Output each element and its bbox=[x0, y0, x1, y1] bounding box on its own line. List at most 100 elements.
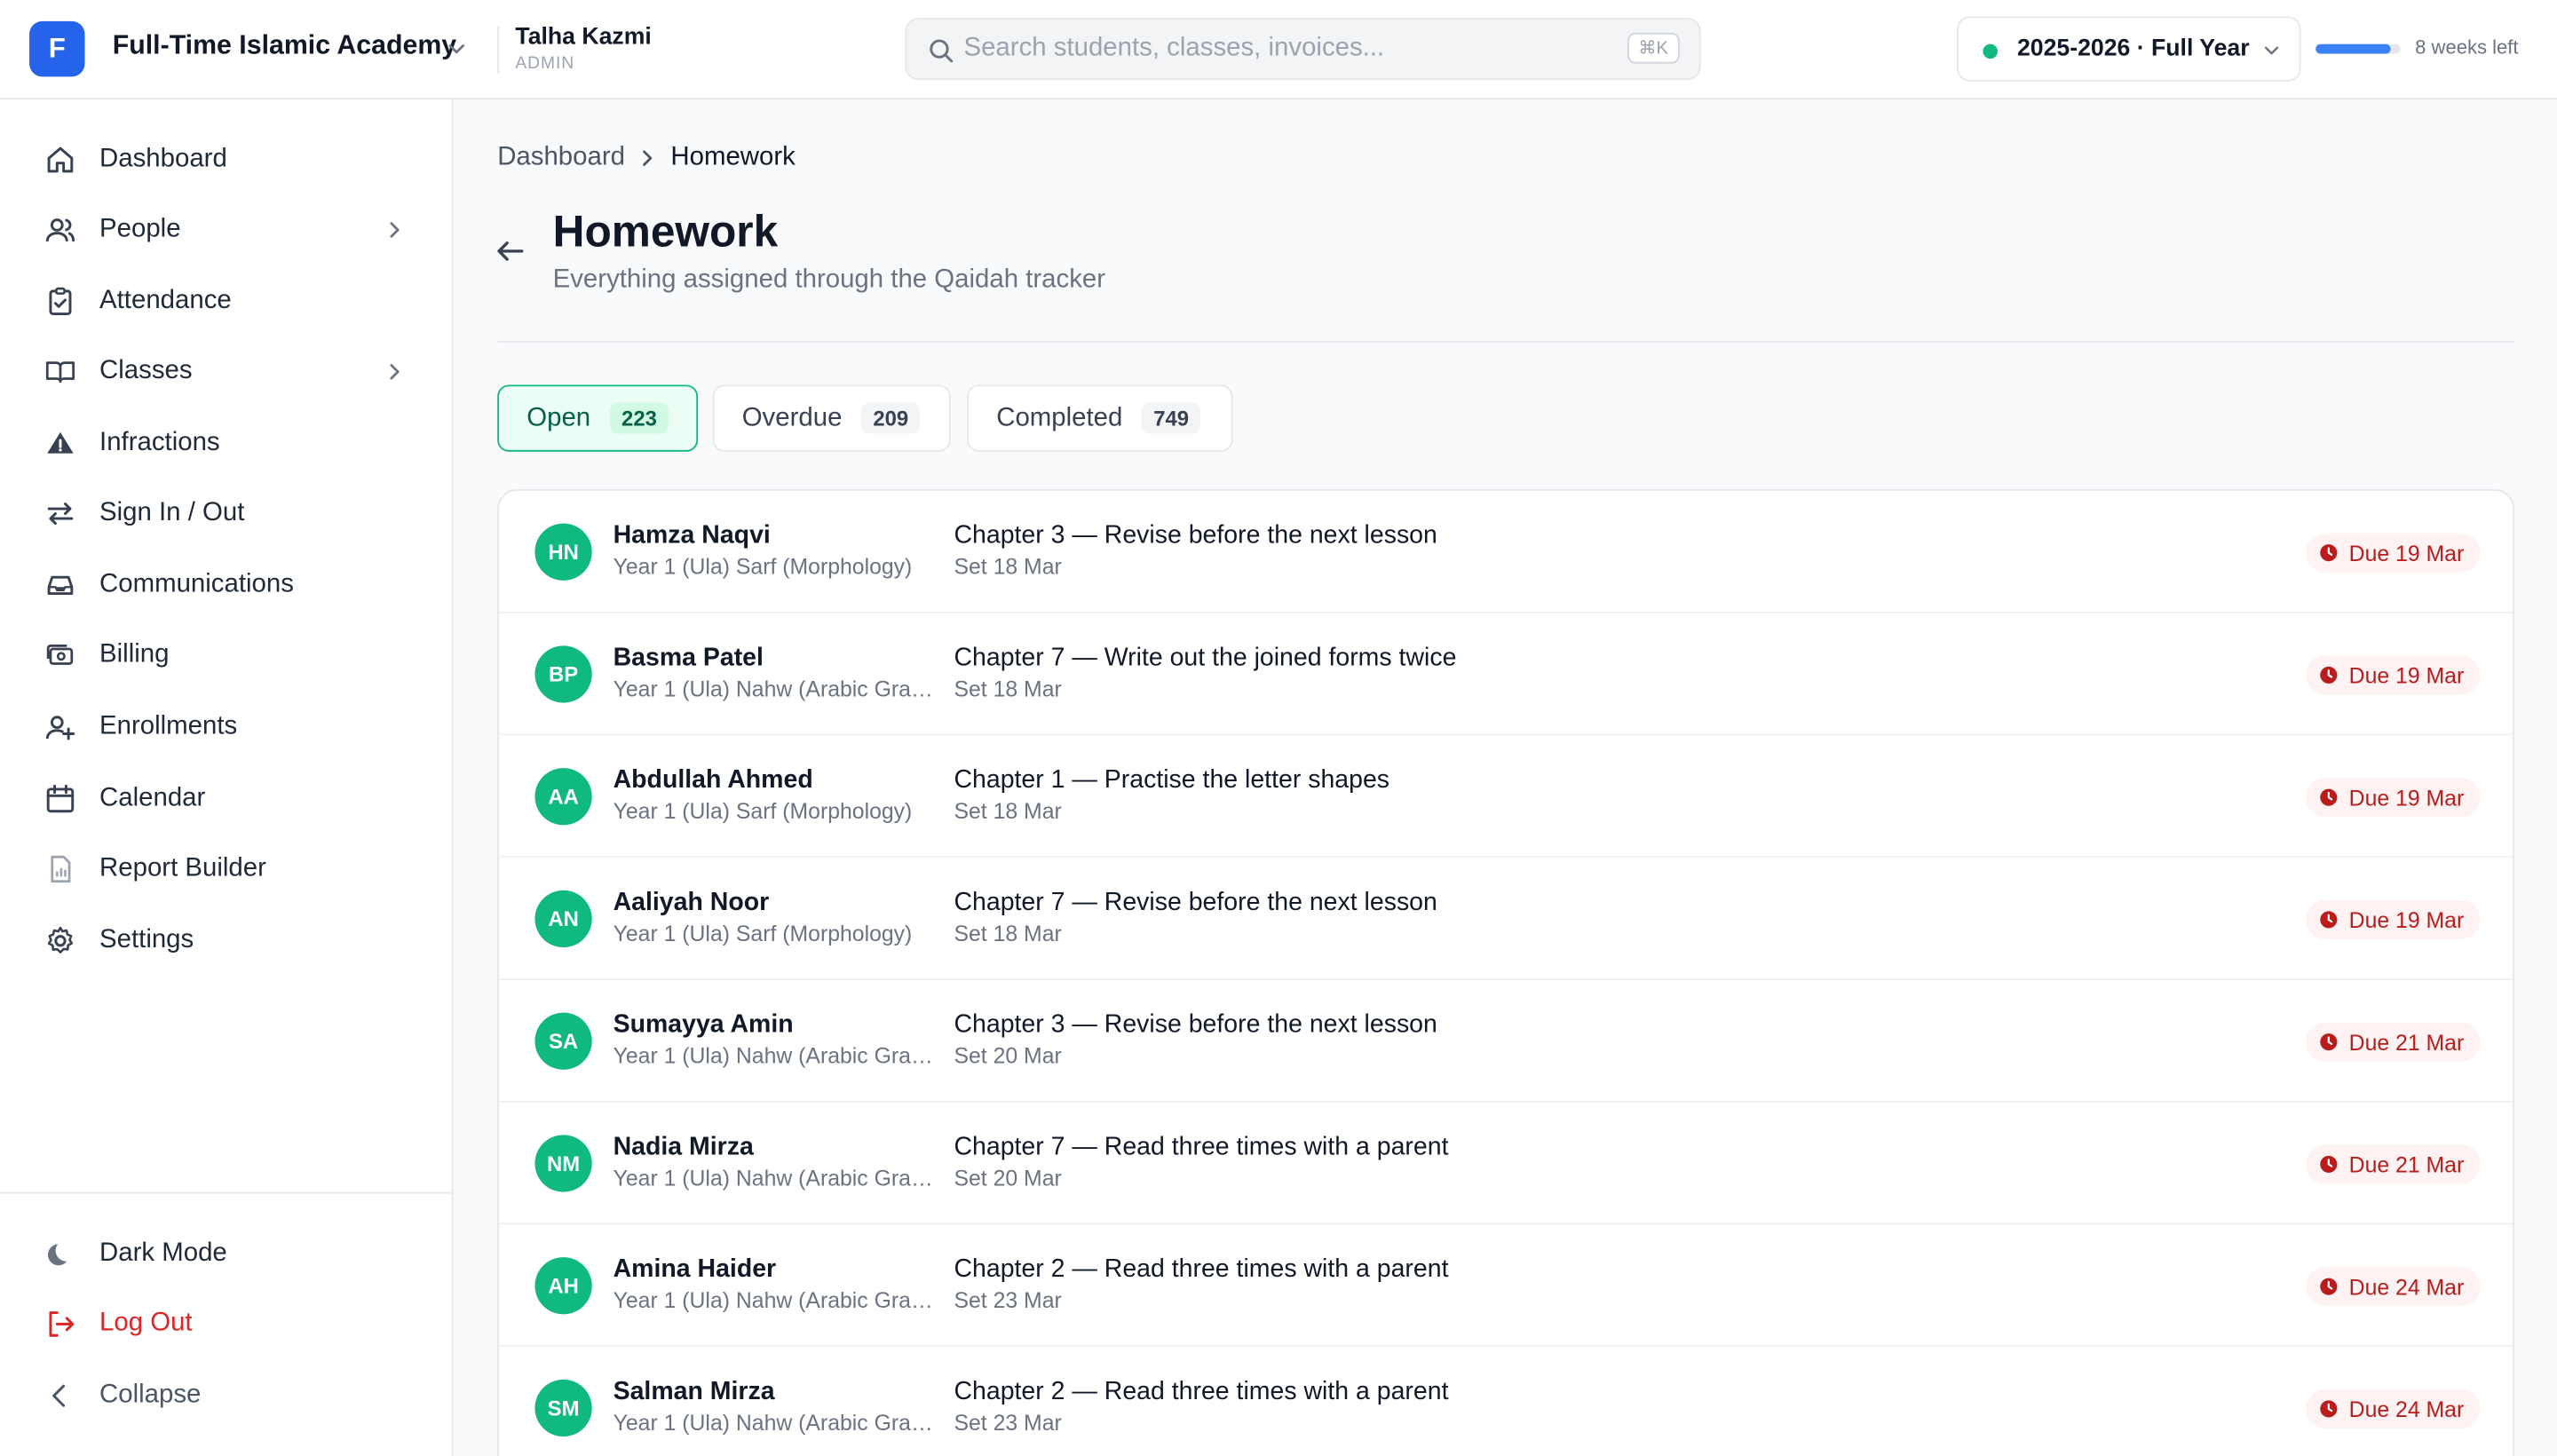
moon-icon bbox=[43, 1237, 77, 1271]
avatar: NM bbox=[534, 1135, 592, 1192]
student-name: Basma Patel bbox=[613, 644, 764, 672]
org-logo[interactable]: F bbox=[29, 20, 85, 77]
banknote-icon bbox=[43, 638, 77, 673]
set-date: Set 18 Mar bbox=[954, 798, 1062, 824]
list-item[interactable]: AH Amina Haider Year 1 (Ula) Nahw (Arabi… bbox=[499, 1224, 2513, 1348]
sidebar-item-label: Attendance bbox=[99, 287, 232, 315]
due-date: Due 19 Mar bbox=[2348, 907, 2465, 932]
set-date: Set 18 Mar bbox=[954, 677, 1062, 701]
list-item[interactable]: AN Aaliyah Noor Year 1 (Ula) Sarf (Morph… bbox=[499, 858, 2513, 980]
clock-icon bbox=[2321, 1155, 2339, 1173]
search-input[interactable] bbox=[963, 20, 1617, 79]
list-item[interactable]: SM Salman Mirza Year 1 (Ula) Nahw (Arabi… bbox=[499, 1347, 2513, 1456]
divider bbox=[497, 340, 2515, 343]
weeks-left: 8 weeks left bbox=[2415, 36, 2519, 59]
sidebar-item-label: Communications bbox=[99, 570, 294, 599]
collapse-label: Collapse bbox=[99, 1381, 202, 1409]
home-icon bbox=[43, 143, 77, 178]
class-name: Year 1 (Ula) Sarf (Morphology) bbox=[613, 921, 913, 946]
homework-title: Chapter 7 — Revise before the next lesso… bbox=[954, 889, 1437, 917]
sidebar-item-label: Sign In / Out bbox=[99, 499, 245, 527]
search-shortcut: ⌘K bbox=[1627, 32, 1680, 64]
sidebar-item-classes[interactable]: Classes bbox=[43, 349, 415, 394]
due-badge: Due 21 Mar bbox=[2306, 1144, 2481, 1184]
sidebar-item-label: Settings bbox=[99, 926, 194, 954]
app-root: F Full-Time Islamic Academy Talha Kazmi … bbox=[0, 0, 2557, 1456]
sidebar-item-communications[interactable]: Communications bbox=[43, 563, 415, 608]
sidebar-item-label: Calendar bbox=[99, 784, 206, 812]
tab-completed[interactable]: Completed 749 bbox=[967, 384, 1233, 452]
tab-overdue[interactable]: Overdue 209 bbox=[712, 384, 951, 452]
status-dot-icon bbox=[1983, 44, 1998, 59]
class-name: Year 1 (Ula) Nahw (Arabic Grammar) bbox=[613, 1287, 939, 1313]
org-name[interactable]: Full-Time Islamic Academy bbox=[113, 31, 456, 62]
homework-title: Chapter 3 — Revise before the next lesso… bbox=[954, 1010, 1437, 1039]
tab-label: Completed bbox=[996, 403, 1123, 431]
student-name: Salman Mirza bbox=[613, 1378, 775, 1406]
student-name: Nadia Mirza bbox=[613, 1133, 754, 1161]
class-name: Year 1 (Ula) Nahw (Arabic Grammar) bbox=[613, 1166, 939, 1191]
sidebar-item-label: Billing bbox=[99, 640, 170, 669]
list-item[interactable]: NM Nadia Mirza Year 1 (Ula) Nahw (Arabic… bbox=[499, 1103, 2513, 1225]
academic-year-label: 2025-2026 · Full Year bbox=[2016, 36, 2250, 62]
sidebar-item-calendar[interactable]: Calendar bbox=[43, 776, 415, 821]
chevron-down-icon[interactable] bbox=[444, 36, 470, 61]
sidebar-item-attendance[interactable]: Attendance bbox=[43, 279, 415, 324]
list-item[interactable]: AA Abdullah Ahmed Year 1 (Ula) Sarf (Mor… bbox=[499, 735, 2513, 859]
log-out-button[interactable]: Log Out bbox=[43, 1302, 415, 1347]
list-item[interactable]: BP Basma Patel Year 1 (Ula) Nahw (Arabic… bbox=[499, 613, 2513, 736]
sidebar-item-billing[interactable]: Billing bbox=[43, 633, 415, 678]
academic-year-select[interactable]: 2025-2026 · Full Year bbox=[1957, 16, 2301, 82]
tab-count-badge: 209 bbox=[861, 402, 921, 434]
student-name: Aaliyah Noor bbox=[613, 889, 770, 917]
clipboard-check-icon bbox=[43, 285, 77, 320]
clock-icon bbox=[2321, 788, 2339, 806]
sidebar-item-enrollments[interactable]: Enrollments bbox=[43, 704, 415, 749]
class-name: Year 1 (Ula) Sarf (Morphology) bbox=[613, 554, 913, 580]
search-box[interactable]: ⌘K bbox=[905, 18, 1701, 80]
sidebar-item-report-builder[interactable]: Report Builder bbox=[43, 846, 415, 891]
back-arrow-icon[interactable] bbox=[495, 234, 527, 267]
due-badge: Due 21 Mar bbox=[2306, 1022, 2481, 1062]
set-date: Set 23 Mar bbox=[954, 1287, 1062, 1313]
swap-icon bbox=[43, 496, 77, 531]
due-date: Due 24 Mar bbox=[2348, 1397, 2465, 1421]
avatar: AH bbox=[534, 1257, 592, 1315]
dark-mode-toggle[interactable]: Dark Mode bbox=[43, 1231, 415, 1277]
tab-count-badge: 223 bbox=[610, 402, 669, 434]
sidebar-item-infractions[interactable]: Infractions bbox=[43, 421, 415, 466]
clock-icon bbox=[2321, 666, 2339, 684]
page-title: Homework bbox=[552, 207, 779, 257]
sidebar-item-dashboard[interactable]: Dashboard bbox=[43, 137, 415, 182]
report-icon bbox=[43, 852, 77, 887]
due-badge: Due 19 Mar bbox=[2306, 533, 2481, 573]
log-out-icon bbox=[43, 1307, 77, 1341]
list-item[interactable]: SA Sumayya Amin Year 1 (Ula) Nahw (Arabi… bbox=[499, 980, 2513, 1103]
homework-title: Chapter 2 — Read three times with a pare… bbox=[954, 1378, 1449, 1406]
list-item[interactable]: HN Hamza Naqvi Year 1 (Ula) Sarf (Morpho… bbox=[499, 491, 2513, 613]
avatar: AA bbox=[534, 768, 592, 826]
due-date: Due 19 Mar bbox=[2348, 785, 2465, 810]
page-subtitle: Everything assigned through the Qaidah t… bbox=[552, 265, 1106, 294]
due-date: Due 19 Mar bbox=[2348, 662, 2465, 688]
sidebar-item-label: Enrollments bbox=[99, 712, 238, 740]
collapse-sidebar-button[interactable]: Collapse bbox=[43, 1373, 415, 1419]
breadcrumb-dashboard-link[interactable]: Dashboard bbox=[497, 144, 625, 173]
set-date: Set 18 Mar bbox=[954, 921, 1062, 946]
homework-title: Chapter 7 — Write out the joined forms t… bbox=[954, 644, 1457, 672]
class-name: Year 1 (Ula) Nahw (Arabic Grammar) bbox=[613, 677, 939, 701]
chevron-down-icon bbox=[2264, 46, 2279, 55]
year-progress-fill bbox=[2316, 44, 2391, 54]
tab-count-badge: 749 bbox=[1142, 402, 1200, 434]
dark-mode-label: Dark Mode bbox=[99, 1238, 227, 1268]
book-open-icon bbox=[43, 354, 77, 389]
tab-open[interactable]: Open 223 bbox=[497, 384, 699, 452]
chevron-right-icon bbox=[390, 222, 400, 238]
year-progress-bar bbox=[2316, 44, 2401, 54]
avatar: BP bbox=[534, 645, 592, 703]
sidebar-item-people[interactable]: People bbox=[43, 207, 415, 252]
set-date: Set 23 Mar bbox=[954, 1410, 1062, 1436]
due-date: Due 24 Mar bbox=[2348, 1274, 2465, 1299]
sidebar-item-sign-in-out[interactable]: Sign In / Out bbox=[43, 491, 415, 536]
sidebar-item-settings[interactable]: Settings bbox=[43, 918, 415, 963]
